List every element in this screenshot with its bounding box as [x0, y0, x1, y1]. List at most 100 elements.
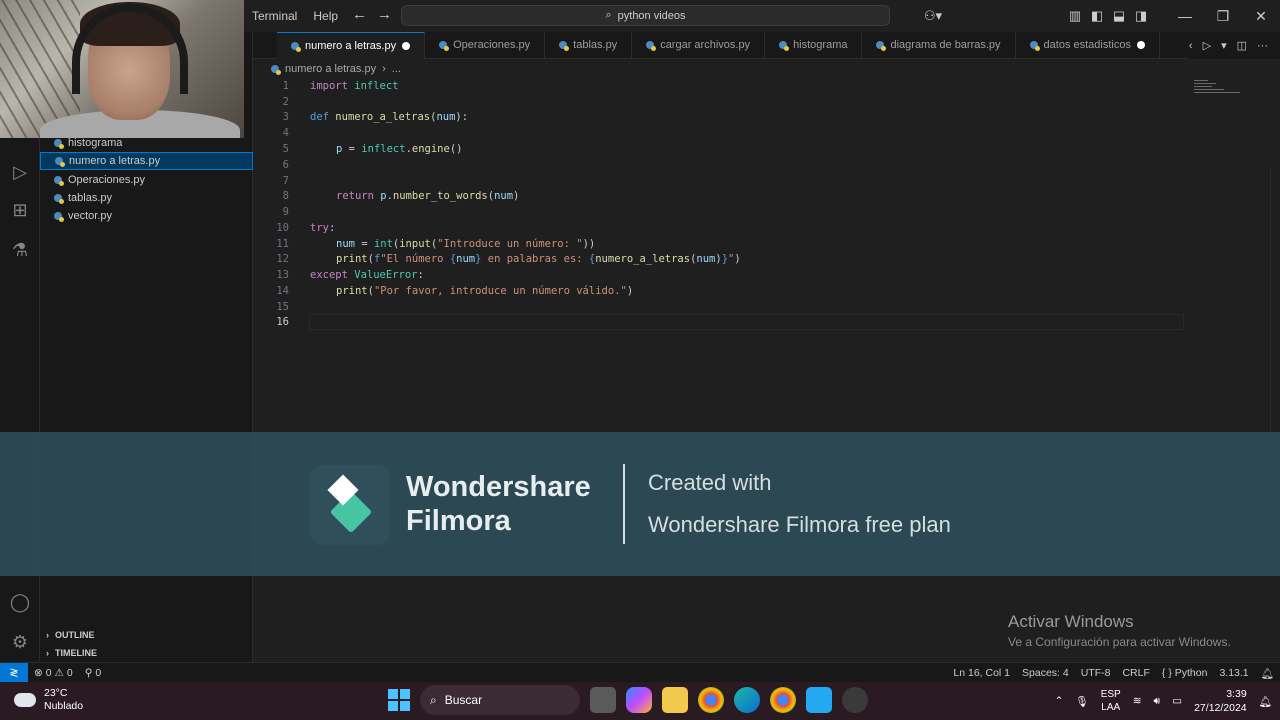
wifi-icon[interactable]: ≋: [1133, 695, 1142, 707]
code-line-3: 3 def numero_a_letras(num):: [253, 109, 468, 125]
file-item-vector[interactable]: vector.py: [40, 207, 253, 225]
line-number: 15: [276, 301, 289, 313]
file-item-operaciones[interactable]: Operaciones.py: [40, 171, 253, 189]
search-icon: ⌕: [605, 9, 612, 21]
tab-diagrama-de-barras[interactable]: diagrama de barras.py: [862, 31, 1016, 59]
problems-indicator[interactable]: ⊗ 0 ⚠ 0: [28, 667, 79, 679]
timeline-section-header[interactable]: › TIMELINE: [40, 644, 253, 662]
ports-icon: ⚲: [84, 666, 93, 679]
python-version[interactable]: 3.13.1: [1213, 667, 1254, 679]
paren: )): [582, 238, 596, 250]
menu-help[interactable]: Help: [305, 0, 346, 32]
chrome-profile-icon[interactable]: [770, 687, 796, 713]
tab-scroll-icon[interactable]: ‹: [1189, 40, 1193, 52]
settings-gear-icon[interactable]: ⚙: [8, 630, 32, 654]
tab-operaciones[interactable]: Operaciones.py: [425, 31, 546, 59]
command-center-search[interactable]: ⌕ python videos: [401, 5, 890, 26]
python-file-icon: [271, 65, 281, 75]
breadcrumb-more[interactable]: ...: [392, 63, 401, 75]
task-view-icon[interactable]: [590, 687, 616, 713]
more-actions-icon[interactable]: ···: [1257, 40, 1268, 52]
run-options-chevron-icon[interactable]: ▾: [1221, 39, 1227, 52]
clock[interactable]: 3:39 27/12/2024: [1194, 687, 1247, 715]
python-file-icon: [1029, 41, 1040, 51]
settings-app-icon[interactable]: [842, 687, 868, 713]
code-line-15: 15: [253, 299, 289, 315]
keyword: return: [336, 190, 374, 202]
taskbar-search[interactable]: ⌕ Buscar: [420, 685, 580, 715]
customize-layout-icon[interactable]: ▥: [1064, 8, 1086, 24]
unsaved-dot-icon[interactable]: [402, 41, 411, 50]
line-number: 7: [282, 175, 289, 187]
chrome-icon[interactable]: [698, 687, 724, 713]
menu-terminal[interactable]: Terminal: [244, 0, 305, 32]
remote-indicator-icon[interactable]: ≷: [0, 662, 28, 683]
vertical-scrollbar[interactable]: [1270, 168, 1280, 468]
minimize-button[interactable]: —: [1166, 8, 1204, 24]
weather-condition: Nublado: [44, 700, 84, 712]
string-literal: "El número: [380, 253, 450, 265]
start-windows-icon[interactable]: [388, 689, 410, 711]
operator: =: [354, 238, 374, 250]
back-arrow-icon[interactable]: ←: [352, 6, 367, 23]
notifications-bell-icon[interactable]: 🔔︎: [1255, 667, 1280, 680]
toggle-secondary-sidebar-icon[interactable]: ◨: [1130, 8, 1152, 24]
file-item-numero-a-letras[interactable]: numero a letras.py: [40, 152, 253, 170]
keyword: except: [310, 269, 348, 281]
line-number: 13: [276, 269, 289, 281]
tab-label: cargar archivos.py: [660, 39, 751, 51]
ports-indicator[interactable]: ⚲ 0: [79, 667, 107, 679]
tab-numero-a-letras[interactable]: numero a letras.py: [277, 31, 426, 59]
edge-icon[interactable]: [734, 687, 760, 713]
close-button[interactable]: ✕: [1242, 8, 1280, 25]
file-item-tablas[interactable]: tablas.py: [40, 189, 253, 207]
tab-histograma[interactable]: histograma: [765, 31, 863, 59]
testing-icon[interactable]: ⚗: [8, 238, 32, 262]
restore-button[interactable]: ❐: [1204, 8, 1242, 25]
colon: :: [328, 222, 336, 234]
forward-arrow-icon[interactable]: →: [377, 6, 392, 23]
extensions-icon[interactable]: ⊞: [8, 198, 32, 222]
module-name: inflect: [361, 143, 406, 155]
python-file-icon: [291, 41, 301, 52]
function-name: engine: [411, 143, 450, 155]
file-encoding[interactable]: UTF-8: [1075, 667, 1117, 679]
indentation[interactable]: Spaces: 4: [1016, 667, 1075, 679]
run-debug-icon[interactable]: ▷: [8, 160, 32, 184]
toggle-panel-icon[interactable]: ⬓: [1108, 8, 1130, 24]
copilot-app-icon[interactable]: [626, 687, 652, 713]
unsaved-dot-icon[interactable]: [1136, 41, 1145, 49]
tab-tablas[interactable]: tablas.py: [545, 31, 633, 59]
tab-cargar-archivos[interactable]: cargar archivos.py: [632, 31, 766, 59]
language-mode[interactable]: { } Python: [1156, 667, 1214, 679]
filmora-logo-icon: [310, 465, 390, 545]
file-explorer-icon[interactable]: [662, 687, 688, 713]
run-file-icon[interactable]: ▷: [1203, 39, 1211, 52]
minimap[interactable]: [1194, 78, 1244, 108]
weather-widget[interactable]: 23°C Nublado: [14, 687, 83, 713]
vscode-icon[interactable]: [806, 687, 832, 713]
tab-datos-estadisticos[interactable]: datos estadisticos: [1016, 31, 1160, 59]
copilot-icon[interactable]: ⚇▾: [922, 8, 944, 24]
error-icon: ⊗: [34, 666, 43, 679]
toggle-sidebar-icon[interactable]: ◧: [1086, 8, 1108, 24]
breadcrumb-file[interactable]: numero a letras.py: [285, 63, 376, 75]
free-plan-text: Wondershare Filmora free plan: [648, 512, 951, 537]
code-line-16: 16: [253, 314, 289, 330]
microphone-icon[interactable]: 🎙︎: [1075, 695, 1088, 708]
language-label: Python: [1174, 667, 1208, 679]
braces-icon: { }: [1161, 667, 1172, 679]
parameter: num: [436, 111, 456, 123]
split-editor-icon[interactable]: ◫: [1237, 39, 1247, 52]
notification-icon[interactable]: 🔔︎: [1259, 695, 1272, 708]
battery-icon[interactable]: ▭: [1172, 695, 1182, 707]
volume-icon[interactable]: 🔊︎: [1154, 695, 1161, 708]
language-indicator[interactable]: ESP LAA: [1101, 688, 1121, 714]
chevron-up-icon[interactable]: ⌃: [1055, 695, 1064, 707]
line-endings[interactable]: CRLF: [1116, 667, 1155, 679]
cursor-position[interactable]: Ln 16, Col 1: [947, 667, 1016, 679]
account-icon[interactable]: ◯: [8, 590, 32, 614]
outline-section-header[interactable]: › OUTLINE: [40, 626, 253, 644]
function-name: print: [336, 253, 368, 265]
code-line-10: 10 try:: [253, 220, 335, 236]
